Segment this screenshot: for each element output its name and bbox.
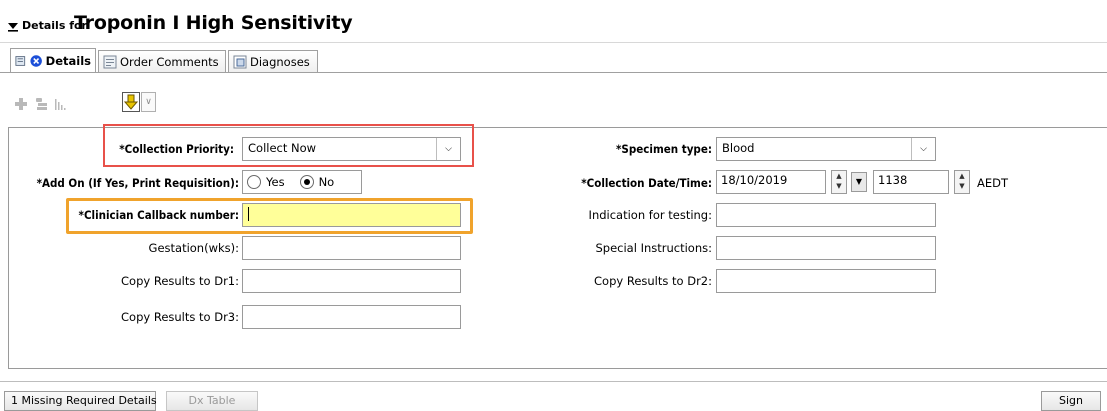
next-required-button[interactable] [122, 92, 140, 112]
chevron-down-icon: ⌵ [911, 138, 935, 160]
gestation-label: Gestation(wks): [148, 241, 239, 255]
spin-down-icon: ▼ [836, 182, 842, 190]
collection-date-value: 18/10/2019 [721, 173, 788, 187]
special-instructions-input[interactable] [716, 236, 936, 260]
tab-order-comments-label: Order Comments [120, 55, 219, 69]
header-divider [0, 42, 1107, 43]
error-x-icon [30, 55, 43, 67]
tab-details-label: Details [45, 54, 91, 68]
spin-down-icon: ▼ [959, 182, 965, 190]
chevron-down-icon: ▼ [855, 177, 863, 186]
add-icon[interactable] [14, 97, 28, 111]
medical-device-icon[interactable] [34, 97, 48, 111]
tab-order-comments[interactable]: Order Comments [98, 50, 226, 73]
gestation-input[interactable] [242, 236, 461, 260]
specimen-type-label: *Specimen type: [616, 142, 712, 156]
yellow-down-arrow-icon [123, 94, 139, 110]
dx-table-button[interactable]: Dx Table [166, 391, 258, 411]
add-on-yes-radio[interactable] [247, 175, 261, 189]
order-title: Troponin I High Sensitivity [74, 12, 353, 34]
collection-date-input[interactable]: 18/10/2019 [716, 170, 826, 194]
collection-time-input[interactable]: 1138 [873, 170, 949, 194]
collection-datetime-label: *Collection Date/Time: [581, 176, 712, 190]
calendar-dropdown-button[interactable]: ▼ [851, 172, 867, 192]
footer-divider [0, 381, 1107, 382]
specimen-type-select[interactable]: Blood ⌵ [716, 137, 936, 161]
specimen-type-value: Blood [722, 141, 755, 155]
collapse-triangle-icon[interactable] [8, 22, 18, 32]
add-on-no-label: No [318, 175, 335, 189]
add-on-label: *Add On (If Yes, Print Requisition): [36, 176, 239, 190]
details-tab-icon [15, 56, 26, 66]
copy-dr2-input[interactable] [716, 269, 936, 293]
special-instructions-label: Special Instructions: [595, 241, 712, 255]
collection-time-value: 1138 [878, 173, 908, 187]
chart-bars-icon[interactable] [54, 97, 68, 111]
indication-label: Indication for testing: [588, 208, 712, 222]
spin-up-icon: ▲ [959, 172, 965, 180]
sign-button[interactable]: Sign [1041, 391, 1101, 411]
add-on-radio-group: Yes No [242, 170, 362, 194]
diagnoses-icon [233, 55, 247, 69]
time-spinner[interactable]: ▲ ▼ [954, 170, 970, 194]
indication-input[interactable] [716, 203, 936, 227]
spin-up-icon: ▲ [836, 172, 842, 180]
collection-priority-highlight [103, 124, 474, 167]
copy-dr1-label: Copy Results to Dr1: [121, 274, 239, 288]
tab-details[interactable]: Details [10, 48, 96, 73]
missing-required-details-button[interactable]: 1 Missing Required Details [4, 391, 157, 411]
expand-down-button[interactable]: ∨ [141, 92, 156, 112]
copy-dr2-label: Copy Results to Dr2: [594, 274, 712, 288]
copy-dr3-label: Copy Results to Dr3: [121, 310, 239, 324]
tab-diagnoses[interactable]: Diagnoses [228, 50, 318, 73]
tab-strip-divider [0, 72, 1107, 73]
tab-diagnoses-label: Diagnoses [250, 55, 310, 69]
copy-dr1-input[interactable] [242, 269, 461, 293]
double-chevron-down-icon: ∨ [145, 97, 152, 107]
add-on-no-radio[interactable] [299, 175, 314, 189]
date-spinner[interactable]: ▲ ▼ [831, 170, 847, 194]
add-on-yes-label: Yes [266, 175, 285, 189]
timezone-label: AEDT [977, 176, 1009, 190]
copy-dr3-input[interactable] [242, 305, 461, 329]
order-comments-icon [103, 55, 117, 69]
clinician-callback-highlight [66, 198, 473, 234]
